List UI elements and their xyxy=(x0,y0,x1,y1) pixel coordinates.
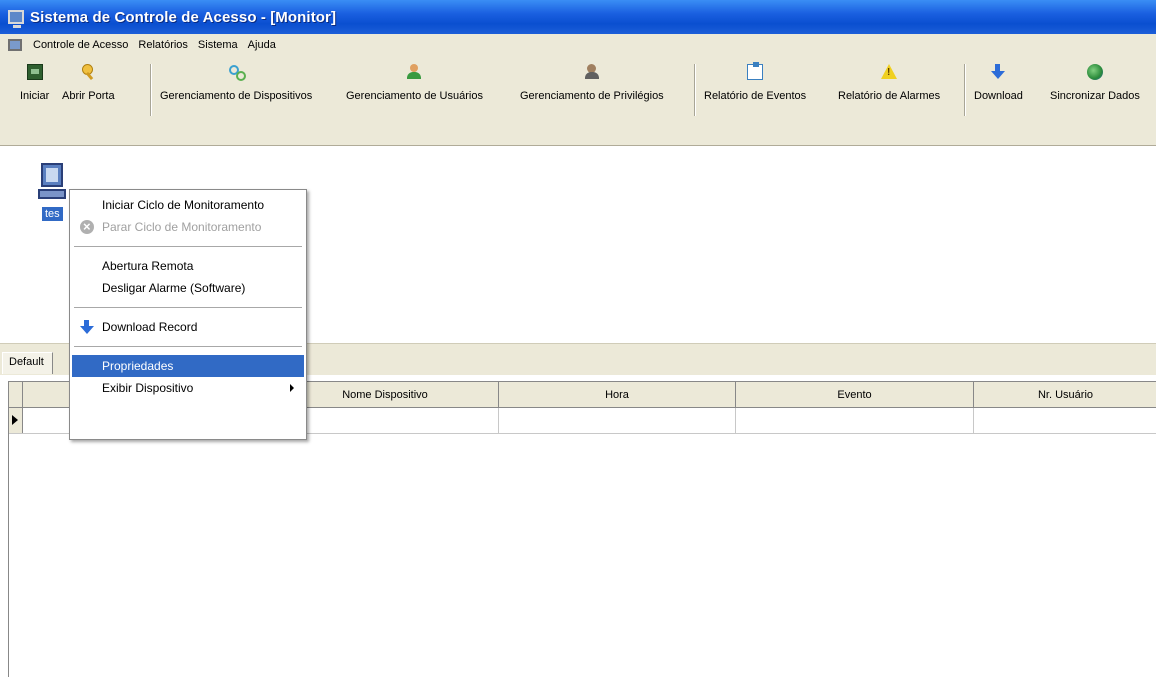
download-label: Download xyxy=(974,90,1023,102)
abrir-porta-label: Abrir Porta xyxy=(62,90,115,102)
menu-item-desligar-alarme[interactable]: Desligar Alarme (Software) xyxy=(72,277,304,299)
globe-sync-icon xyxy=(1086,64,1103,80)
title-bar: Sistema de Controle de Acesso - [Monitor… xyxy=(0,0,1156,34)
submenu-arrow-icon xyxy=(290,384,294,392)
menu-separator xyxy=(74,307,302,308)
device-screen xyxy=(41,163,63,187)
menu-item-label: Exibir Dispositivo xyxy=(102,381,194,395)
menu-separator xyxy=(74,246,302,247)
menu-item-label: Abertura Remota xyxy=(102,259,194,273)
menu-bar: Controle de Acesso Relatórios Sistema Aj… xyxy=(0,34,1156,56)
menu-item-label: Download Record xyxy=(102,320,198,334)
event-report-icon xyxy=(747,62,764,80)
menu-separator xyxy=(74,346,302,347)
relatorio-eventos-button[interactable]: Relatório de Eventos xyxy=(704,62,806,118)
download-arrow-icon xyxy=(990,64,1006,80)
gerenciamento-privilegios-label: Gerenciamento de Privilégios xyxy=(520,90,664,102)
device-terminal-icon[interactable] xyxy=(38,163,68,203)
grid-header-evento[interactable]: Evento xyxy=(736,382,974,407)
gerenciamento-privilegios-button[interactable]: Gerenciamento de Privilégios xyxy=(520,62,664,118)
grid-header-hora[interactable]: Hora xyxy=(499,382,736,407)
iniciar-button[interactable]: Iniciar xyxy=(20,62,49,118)
relatorio-eventos-label: Relatório de Eventos xyxy=(704,90,807,102)
menu-item-parar-ciclo: Parar Ciclo de Monitoramento xyxy=(72,216,304,238)
menu-relatorios[interactable]: Relatórios xyxy=(133,39,193,51)
grid-header-nr-usuario[interactable]: Nr. Usuário xyxy=(974,382,1156,407)
privileges-icon xyxy=(584,64,600,80)
key-icon xyxy=(80,64,96,80)
toolbar: Iniciar Abrir Porta Gerenciamento de Dis… xyxy=(0,56,1156,146)
menu-item-label: Parar Ciclo de Monitoramento xyxy=(102,220,262,234)
toolbar-separator xyxy=(964,64,966,116)
users-icon xyxy=(406,64,422,80)
download-button[interactable]: Download xyxy=(974,62,1023,118)
stop-icon xyxy=(80,216,94,238)
window-title: Sistema de Controle de Acesso - [Monitor… xyxy=(30,8,337,26)
sincronizar-dados-button[interactable]: Sincronizar Dados xyxy=(1050,62,1140,118)
table-cell[interactable] xyxy=(974,408,1156,433)
abrir-porta-button[interactable]: Abrir Porta xyxy=(62,62,115,118)
toolbar-separator xyxy=(694,64,696,116)
gerenciamento-usuarios-button[interactable]: Gerenciamento de Usuários xyxy=(346,62,483,118)
menu-item-label: Iniciar Ciclo de Monitoramento xyxy=(102,198,265,212)
device-base xyxy=(38,189,66,199)
gerenciamento-dispositivos-label: Gerenciamento de Dispositivos xyxy=(160,90,313,102)
table-cell[interactable] xyxy=(736,408,974,433)
menu-item-download-record[interactable]: Download Record xyxy=(72,316,304,338)
gerenciamento-dispositivos-button[interactable]: Gerenciamento de Dispositivos xyxy=(160,62,312,118)
monitor-icon xyxy=(26,64,43,80)
table-cell[interactable] xyxy=(499,408,736,433)
iniciar-label: Iniciar xyxy=(20,90,50,102)
menu-item-exibir-dispositivo[interactable]: Exibir Dispositivo xyxy=(72,377,304,399)
menu-item-iniciar-ciclo[interactable]: Iniciar Ciclo de Monitoramento xyxy=(72,194,304,216)
menu-item-label: Desligar Alarme (Software) xyxy=(102,281,246,295)
alarm-warning-icon xyxy=(881,64,898,80)
sincronizar-dados-label: Sincronizar Dados xyxy=(1050,90,1140,102)
device-context-menu: Iniciar Ciclo de Monitoramento Parar Cic… xyxy=(69,189,307,440)
grid-header-indicator xyxy=(9,382,23,407)
relatorio-alarmes-label: Relatório de Alarmes xyxy=(838,90,941,102)
app-monitor-icon xyxy=(8,10,24,28)
toolbar-separator xyxy=(150,64,152,116)
menu-item-abertura-remota[interactable]: Abertura Remota xyxy=(72,255,304,277)
gerenciamento-usuarios-label: Gerenciamento de Usuários xyxy=(346,90,483,102)
menu-controle-de-acesso[interactable]: Controle de Acesso xyxy=(28,39,133,51)
devices-icon xyxy=(228,64,247,81)
menu-ajuda[interactable]: Ajuda xyxy=(243,39,281,51)
row-indicator-arrow-icon xyxy=(9,408,23,433)
menu-system-icon[interactable] xyxy=(8,39,22,51)
download-arrow-icon xyxy=(80,320,94,334)
menu-sistema[interactable]: Sistema xyxy=(193,39,243,51)
menu-item-label: Propriedades xyxy=(102,359,174,373)
menu-item-propriedades[interactable]: Propriedades xyxy=(72,355,304,377)
device-label[interactable]: tes xyxy=(42,207,63,221)
relatorio-alarmes-button[interactable]: Relatório de Alarmes xyxy=(838,62,940,118)
tab-default[interactable]: Default xyxy=(2,352,53,374)
